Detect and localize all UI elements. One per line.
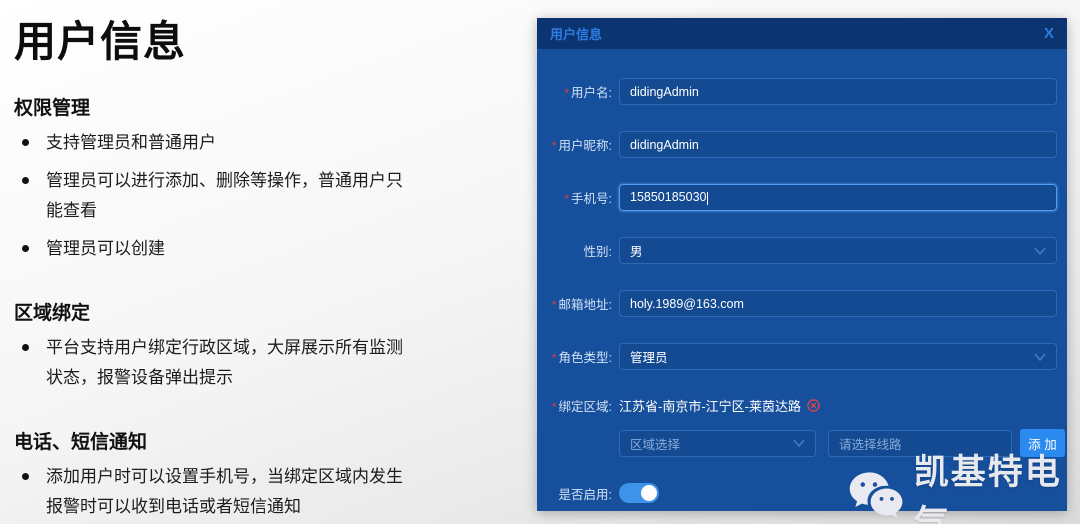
username-value: didingAdmin xyxy=(630,85,699,99)
username-input[interactable]: didingAdmin xyxy=(619,78,1057,105)
required-asterisk: * xyxy=(564,86,569,100)
email-value: holy.1989@163.com xyxy=(630,297,744,311)
required-asterisk: * xyxy=(552,298,557,312)
bullet-line: 报警时可以收到电话或者短信通知 xyxy=(46,492,403,522)
bullet-line: 添加用户时可以设置手机号，当绑定区域内发生 xyxy=(46,462,403,492)
enabled-toggle[interactable] xyxy=(619,483,659,503)
section-notifications: 电话、短信通知 添加用户时可以设置手机号，当绑定区域内发生 报警时可以收到电话或… xyxy=(14,427,484,522)
phone-input[interactable]: 15850185030 xyxy=(619,184,1057,211)
list-item: 支持管理员和普通用户 xyxy=(14,128,484,158)
field-label: *用户名: xyxy=(537,82,612,101)
bullet-line: 管理员可以进行添加、删除等操作，普通用户只 xyxy=(46,166,403,196)
form-row-phone: *手机号: 15850185030 xyxy=(537,184,1067,211)
bullet-icon xyxy=(22,177,29,184)
field-label: *绑定区域: xyxy=(537,396,612,415)
form-row-nickname: *用户昵称: didingAdmin xyxy=(537,131,1067,158)
section-heading: 区域绑定 xyxy=(14,298,484,325)
description-panel: 用户信息 权限管理 支持管理员和普通用户 管理员可以进行添加、删除等操作，普通用… xyxy=(14,8,484,522)
form-row-role: *角色类型: 管理员 xyxy=(537,343,1067,370)
page-title: 用户信息 xyxy=(14,8,484,69)
watermark: 凯基特电气 xyxy=(848,444,1080,524)
nickname-value: didingAdmin xyxy=(630,138,699,152)
list-item: 添加用户时可以设置手机号，当绑定区域内发生 报警时可以收到电话或者短信通知 xyxy=(14,462,484,522)
close-icon[interactable]: X xyxy=(1044,26,1054,41)
form-row-bound-region: *绑定区域: 江苏省-南京市-江宁区-莱茵达路 xyxy=(537,396,1067,415)
bullet-line: 能查看 xyxy=(46,196,403,226)
form-row-username: *用户名: didingAdmin xyxy=(537,78,1067,105)
bullet-icon xyxy=(22,139,29,146)
remove-region-icon[interactable] xyxy=(807,399,820,412)
gender-value: 男 xyxy=(630,241,643,260)
chevron-down-icon xyxy=(793,439,805,447)
form-row-gender: 性别: 男 xyxy=(537,237,1067,264)
bound-region-value: 江苏省-南京市-江宁区-莱茵达路 xyxy=(619,396,820,415)
phone-value: 15850185030 xyxy=(630,190,708,204)
field-label: *角色类型: xyxy=(537,347,612,366)
bound-region-text: 江苏省-南京市-江宁区-莱茵达路 xyxy=(619,396,801,415)
role-value: 管理员 xyxy=(630,347,668,366)
area-select-placeholder: 区域选择 xyxy=(630,434,680,453)
toggle-knob xyxy=(641,485,657,501)
required-asterisk: * xyxy=(552,351,557,365)
gender-select[interactable]: 男 xyxy=(619,237,1057,264)
dialog-title: 用户信息 xyxy=(550,24,602,43)
section-heading: 电话、短信通知 xyxy=(14,427,484,454)
email-input[interactable]: holy.1989@163.com xyxy=(619,290,1057,317)
form-row-email: *邮箱地址: holy.1989@163.com xyxy=(537,290,1067,317)
list-item: 平台支持用户绑定行政区域，大屏展示所有监测 状态，报警设备弹出提示 xyxy=(14,333,484,393)
bullet-icon xyxy=(22,473,29,480)
chevron-down-icon xyxy=(1034,247,1046,255)
nickname-input[interactable]: didingAdmin xyxy=(619,131,1057,158)
bullet-line: 管理员可以创建 xyxy=(46,234,165,264)
required-asterisk: * xyxy=(552,139,557,153)
field-label: 是否启用: xyxy=(537,484,612,503)
required-asterisk: * xyxy=(552,400,557,414)
section-region-binding: 区域绑定 平台支持用户绑定行政区域，大屏展示所有监测 状态，报警设备弹出提示 xyxy=(14,298,484,393)
bullet-line: 平台支持用户绑定行政区域，大屏展示所有监测 xyxy=(46,333,403,363)
role-select[interactable]: 管理员 xyxy=(619,343,1057,370)
dialog-header: 用户信息 X xyxy=(537,18,1067,49)
watermark-text: 凯基特电气 xyxy=(914,444,1080,524)
dialog-body: *用户名: didingAdmin *用户昵称: didingAdmin *手机… xyxy=(537,49,1067,503)
field-label: *用户昵称: xyxy=(537,135,612,154)
bullet-icon xyxy=(22,344,29,351)
list-item: 管理员可以进行添加、删除等操作，普通用户只 能查看 xyxy=(14,166,484,226)
list-item: 管理员可以创建 xyxy=(14,234,484,264)
bullet-icon xyxy=(22,245,29,252)
chevron-down-icon xyxy=(1034,353,1046,361)
field-label: *手机号: xyxy=(537,188,612,207)
user-info-dialog: 用户信息 X *用户名: didingAdmin *用户昵称: didingAd… xyxy=(537,18,1067,511)
field-label: *邮箱地址: xyxy=(537,294,612,313)
section-permissions: 权限管理 支持管理员和普通用户 管理员可以进行添加、删除等操作，普通用户只 能查… xyxy=(14,93,484,264)
bullet-line: 状态，报警设备弹出提示 xyxy=(46,363,403,393)
bullet-line: 支持管理员和普通用户 xyxy=(46,128,216,158)
field-label: 性别: xyxy=(537,241,612,260)
section-heading: 权限管理 xyxy=(14,93,484,120)
required-asterisk: * xyxy=(564,192,569,206)
area-select[interactable]: 区域选择 xyxy=(619,430,816,457)
wechat-icon xyxy=(848,468,904,522)
